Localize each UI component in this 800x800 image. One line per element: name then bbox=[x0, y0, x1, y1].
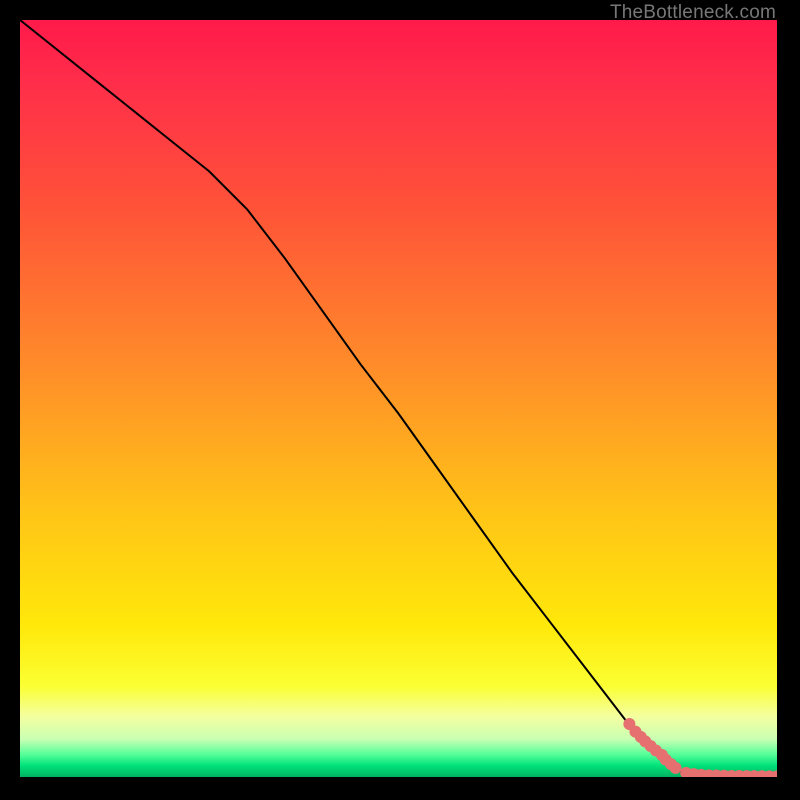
bottleneck-curve bbox=[20, 20, 777, 776]
chart-frame: TheBottleneck.com bbox=[0, 0, 800, 800]
data-marker bbox=[670, 762, 682, 774]
watermark-label: TheBottleneck.com bbox=[610, 2, 776, 24]
chart-overlay-svg bbox=[20, 20, 777, 777]
plot-area bbox=[20, 20, 777, 777]
